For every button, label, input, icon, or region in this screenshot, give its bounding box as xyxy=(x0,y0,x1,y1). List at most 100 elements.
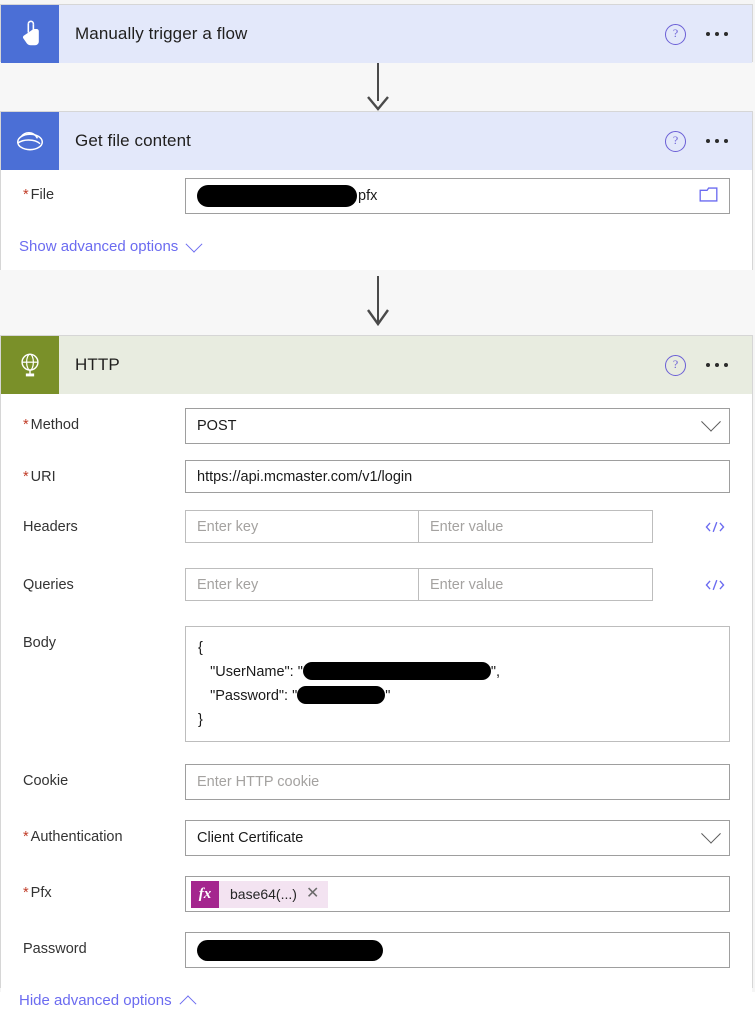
flow-card-http[interactable]: HTTP ? * Method POST * URI https://api.m… xyxy=(0,335,753,1033)
authentication-select[interactable]: Client Certificate xyxy=(185,820,730,856)
code-view-icon[interactable] xyxy=(704,576,726,594)
getfile-card-header[interactable]: Get file content ? xyxy=(1,112,752,170)
field-row-file: * File pfx xyxy=(1,170,752,222)
chevron-up-icon xyxy=(179,994,197,1012)
queries-label: Queries xyxy=(23,577,74,593)
headers-value-input[interactable]: Enter value xyxy=(419,510,653,543)
help-icon[interactable]: ? xyxy=(665,130,686,152)
queries-field: Enter key Enter value xyxy=(185,568,730,601)
body-password-key: "Password": " xyxy=(210,688,298,704)
body-line-close: } xyxy=(198,712,203,728)
tap-hand-icon xyxy=(1,5,59,63)
pfx-label: * Pfx xyxy=(23,885,52,901)
body-field[interactable]: { "UserName": " ", "Password": " " } xyxy=(185,626,730,742)
getfile-card-body: * File pfx Show advanced options xyxy=(1,170,752,279)
fx-icon: fx xyxy=(191,880,219,908)
help-icon[interactable]: ? xyxy=(665,354,686,376)
cookie-placeholder: Enter HTTP cookie xyxy=(197,774,320,790)
required-indicator: * xyxy=(23,187,29,203)
pfx-field[interactable]: fx base64(...) ✕ xyxy=(185,876,730,912)
headers-key-input[interactable]: Enter key xyxy=(185,510,419,543)
queries-value-input[interactable]: Enter value xyxy=(419,568,653,601)
more-menu-icon[interactable] xyxy=(704,26,730,42)
chevron-down-icon xyxy=(701,823,721,844)
redacted-username-value xyxy=(302,662,491,681)
cookie-input[interactable]: Enter HTTP cookie xyxy=(185,764,730,800)
http-header-actions: ? xyxy=(665,354,752,376)
uri-input[interactable]: https://api.mcmaster.com/v1/login xyxy=(185,460,730,493)
body-username-key: "UserName": " xyxy=(210,664,303,680)
required-indicator: * xyxy=(23,829,29,845)
queries-key-input[interactable]: Enter key xyxy=(185,568,419,601)
cookie-label: Cookie xyxy=(23,773,69,789)
http-card-header[interactable]: HTTP ? xyxy=(1,336,752,394)
method-field[interactable]: POST xyxy=(185,408,730,444)
connector-trigger-to-getfile xyxy=(0,63,755,112)
body-line-open: { xyxy=(198,640,203,656)
globe-network-icon xyxy=(1,336,59,394)
field-row-cookie: Cookie Enter HTTP cookie xyxy=(1,750,752,808)
field-row-body: Body { "UserName": " ", "Password": " " } xyxy=(1,610,752,750)
flow-designer-canvas: Manually trigger a flow ? Get file conte… xyxy=(0,0,755,1033)
file-field[interactable]: pfx xyxy=(185,178,730,214)
field-row-headers: Headers Enter key Enter value xyxy=(1,502,752,552)
authentication-value: Client Certificate xyxy=(197,830,304,846)
method-value: POST xyxy=(197,418,237,434)
redacted-password-value xyxy=(297,686,386,705)
headers-label: Headers xyxy=(23,519,78,535)
file-extension: pfx xyxy=(358,188,378,204)
trigger-card-header[interactable]: Manually trigger a flow ? xyxy=(1,5,752,63)
body-input[interactable]: { "UserName": " ", "Password": " " } xyxy=(185,626,730,742)
show-advanced-options-link[interactable]: Show advanced options xyxy=(1,222,752,265)
body-password-tail: " xyxy=(385,688,391,704)
expression-token-chip[interactable]: fx base64(...) ✕ xyxy=(191,880,329,908)
authentication-label: * Authentication xyxy=(23,829,123,845)
onedrive-cloud-icon xyxy=(1,112,59,170)
hide-advanced-options-label: Hide advanced options xyxy=(19,992,172,1009)
pfx-input[interactable]: fx base64(...) ✕ xyxy=(185,876,730,912)
chevron-down-icon xyxy=(701,411,721,432)
headers-field: Enter key Enter value xyxy=(185,510,730,543)
help-icon[interactable]: ? xyxy=(665,23,686,45)
field-row-password: Password xyxy=(1,920,752,976)
show-advanced-options-label: Show advanced options xyxy=(19,238,179,255)
hide-advanced-options-link[interactable]: Hide advanced options xyxy=(1,976,752,1019)
redacted-password-field-value xyxy=(197,939,383,961)
body-username-tail: ", xyxy=(490,664,501,680)
trigger-header-actions: ? xyxy=(665,23,752,45)
redacted-file-value xyxy=(197,185,357,207)
required-indicator: * xyxy=(23,885,29,901)
http-card-body: * Method POST * URI https://api.mcmaster.c… xyxy=(1,394,752,1033)
field-row-uri: * URI https://api.mcmaster.com/v1/login xyxy=(1,452,752,502)
folder-icon[interactable] xyxy=(699,186,718,207)
chevron-down-icon xyxy=(185,235,203,253)
flow-card-trigger[interactable]: Manually trigger a flow ? xyxy=(0,4,753,63)
required-indicator: * xyxy=(23,469,29,485)
flow-card-get-file-content[interactable]: Get file content ? * File pfx Show advan… xyxy=(0,111,753,279)
file-input[interactable]: pfx xyxy=(185,178,730,214)
more-menu-icon[interactable] xyxy=(704,133,730,149)
uri-field[interactable]: https://api.mcmaster.com/v1/login xyxy=(185,460,730,493)
field-row-pfx: * Pfx fx base64(...) ✕ xyxy=(1,864,752,920)
field-row-queries: Queries Enter key Enter value xyxy=(1,552,752,610)
getfile-header-actions: ? xyxy=(665,130,752,152)
more-menu-icon[interactable] xyxy=(704,357,730,373)
method-select[interactable]: POST xyxy=(185,408,730,444)
field-row-method: * Method POST xyxy=(1,394,752,452)
password-input[interactable] xyxy=(185,932,730,968)
pfx-token-text: base64(...) xyxy=(230,886,297,902)
http-card-title: HTTP xyxy=(75,355,120,374)
field-row-authentication: * Authentication Client Certificate xyxy=(1,808,752,864)
close-icon[interactable]: ✕ xyxy=(306,886,328,902)
connector-getfile-to-http xyxy=(0,270,755,335)
password-label: Password xyxy=(23,941,87,957)
password-field[interactable] xyxy=(185,932,730,968)
file-label: * File xyxy=(23,187,55,203)
trigger-card-title: Manually trigger a flow xyxy=(75,24,248,43)
authentication-field[interactable]: Client Certificate xyxy=(185,820,730,856)
uri-label: * URI xyxy=(23,469,56,485)
cookie-field[interactable]: Enter HTTP cookie xyxy=(185,764,730,800)
method-label: * Method xyxy=(23,417,80,433)
required-indicator: * xyxy=(23,417,29,433)
code-view-icon[interactable] xyxy=(704,518,726,536)
